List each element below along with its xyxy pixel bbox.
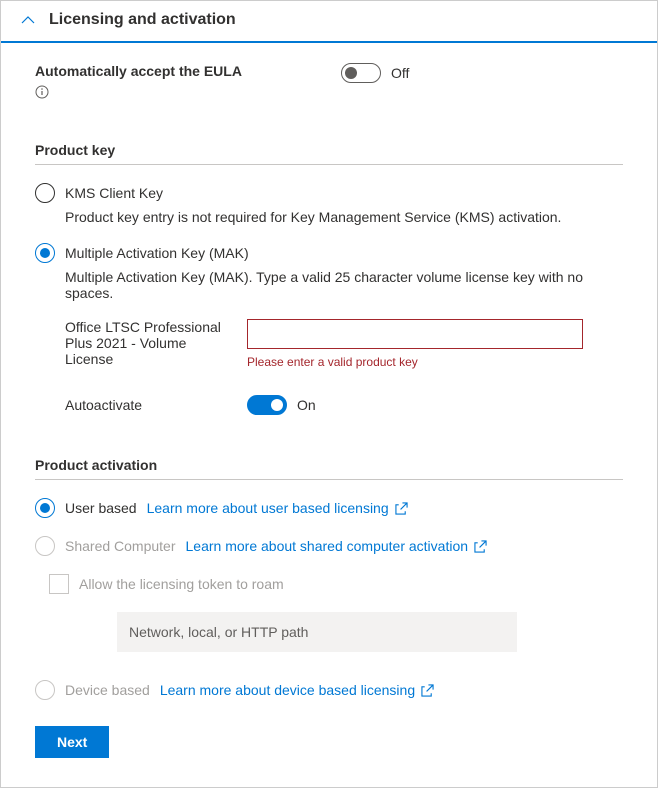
shared-computer-link[interactable]: Learn more about shared computer activat… <box>186 538 488 554</box>
kms-radio[interactable] <box>35 183 55 203</box>
product-activation-title: Product activation <box>35 457 623 473</box>
roam-checkbox-row: Allow the licensing token to roam <box>49 574 623 594</box>
eula-toggle-state: Off <box>391 65 409 81</box>
mak-desc: Multiple Activation Key (MAK). Type a va… <box>65 269 623 301</box>
user-based-link[interactable]: Learn more about user based licensing <box>147 500 408 516</box>
mak-field-row: Office LTSC Professional Plus 2021 - Vol… <box>65 319 623 369</box>
mak-error: Please enter a valid product key <box>247 355 623 369</box>
chevron-up-icon <box>21 13 35 27</box>
autoactivate-label: Autoactivate <box>65 397 247 413</box>
divider <box>35 164 623 165</box>
user-based-radio[interactable] <box>35 498 55 518</box>
external-link-icon <box>395 502 408 515</box>
product-key-title: Product key <box>35 142 623 158</box>
mak-option[interactable]: Multiple Activation Key (MAK) <box>35 243 623 263</box>
autoactivate-toggle-state: On <box>297 397 316 413</box>
kms-desc: Product key entry is not required for Ke… <box>65 209 623 225</box>
user-based-link-text: Learn more about user based licensing <box>147 500 389 516</box>
mak-radio[interactable] <box>35 243 55 263</box>
licensing-panel: Licensing and activation Automatically a… <box>0 0 658 788</box>
roam-checkbox <box>49 574 69 594</box>
eula-label-wrap: Automatically accept the EULA <box>35 63 341 102</box>
shared-computer-radio <box>35 536 55 556</box>
mak-field-input-wrap: Please enter a valid product key <box>247 319 623 369</box>
external-link-icon <box>474 540 487 553</box>
device-based-link[interactable]: Learn more about device based licensing <box>160 682 434 698</box>
panel-title: Licensing and activation <box>49 11 236 29</box>
roam-path-input <box>117 612 517 652</box>
kms-label: KMS Client Key <box>65 185 163 201</box>
divider <box>35 479 623 480</box>
info-icon[interactable] <box>35 85 49 102</box>
roam-label: Allow the licensing token to roam <box>79 576 284 592</box>
device-based-option: Device based Learn more about device bas… <box>35 680 623 700</box>
autoactivate-toggle[interactable]: On <box>247 395 316 415</box>
panel-header[interactable]: Licensing and activation <box>1 1 657 43</box>
panel-content: Automatically accept the EULA Off Produc… <box>1 43 657 774</box>
shared-computer-label: Shared Computer <box>65 538 176 554</box>
mak-label: Multiple Activation Key (MAK) <box>65 245 249 261</box>
device-based-radio <box>35 680 55 700</box>
mak-field-label: Office LTSC Professional Plus 2021 - Vol… <box>65 319 247 369</box>
eula-row: Automatically accept the EULA Off <box>35 63 623 102</box>
autoactivate-row: Autoactivate On <box>65 395 623 415</box>
next-button[interactable]: Next <box>35 726 109 758</box>
device-based-link-text: Learn more about device based licensing <box>160 682 415 698</box>
user-based-option[interactable]: User based Learn more about user based l… <box>35 498 623 518</box>
kms-option[interactable]: KMS Client Key <box>35 183 623 203</box>
eula-toggle[interactable]: Off <box>341 63 409 83</box>
mak-key-input[interactable] <box>247 319 583 349</box>
external-link-icon <box>421 684 434 697</box>
device-based-label: Device based <box>65 682 150 698</box>
user-based-label: User based <box>65 500 137 516</box>
shared-computer-option: Shared Computer Learn more about shared … <box>35 536 623 556</box>
eula-label: Automatically accept the EULA <box>35 63 341 79</box>
shared-computer-link-text: Learn more about shared computer activat… <box>186 538 469 554</box>
